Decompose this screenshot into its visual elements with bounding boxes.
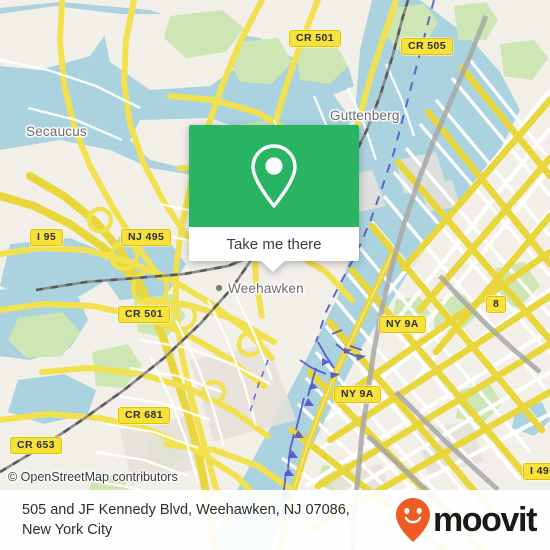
popup-pointer-tail bbox=[260, 260, 286, 272]
city-dot bbox=[215, 284, 223, 292]
popup-image-area bbox=[189, 125, 359, 227]
moovit-wordmark: moovit bbox=[432, 501, 537, 539]
map-pin-icon bbox=[251, 144, 297, 208]
shield-route-8: 8 bbox=[486, 296, 507, 313]
shield-ny-9a-upper: NY 9A bbox=[379, 316, 426, 333]
osm-attribution[interactable]: © OpenStreetMap contributors bbox=[8, 470, 178, 484]
shield-cr-681: CR 681 bbox=[118, 407, 171, 424]
take-me-there-button[interactable]: Take me there bbox=[189, 227, 359, 261]
footer-bar: 505 and JF Kennedy Blvd, Weehawken, NJ 0… bbox=[0, 490, 550, 550]
shield-cr-501-west: CR 501 bbox=[118, 306, 171, 323]
map-vector-layer bbox=[0, 0, 550, 550]
moovit-logo[interactable]: moovit bbox=[395, 497, 537, 543]
address-line-2: New York City bbox=[22, 522, 113, 538]
shield-nj-495: NJ 495 bbox=[121, 229, 172, 246]
shield-cr-505: CR 505 bbox=[401, 38, 454, 55]
shield-i-495: I 495 bbox=[523, 463, 550, 480]
shield-cr-653: CR 653 bbox=[10, 437, 63, 454]
shield-i-95: I 95 bbox=[30, 229, 64, 246]
address-block: 505 and JF Kennedy Blvd, Weehawken, NJ 0… bbox=[22, 500, 350, 540]
map-screenshot: Secaucus Guttenberg Weehawken CR 501 CR … bbox=[0, 0, 550, 550]
moovit-pin-smile-icon bbox=[395, 498, 430, 542]
shield-cr-501-north: CR 501 bbox=[289, 30, 342, 47]
location-popup-card[interactable]: Take me there bbox=[189, 125, 359, 272]
map-canvas[interactable]: Secaucus Guttenberg Weehawken CR 501 CR … bbox=[0, 0, 550, 550]
address-line-1: 505 and JF Kennedy Blvd, Weehawken, NJ 0… bbox=[22, 502, 350, 518]
shield-ny-9a-lower: NY 9A bbox=[334, 386, 381, 403]
